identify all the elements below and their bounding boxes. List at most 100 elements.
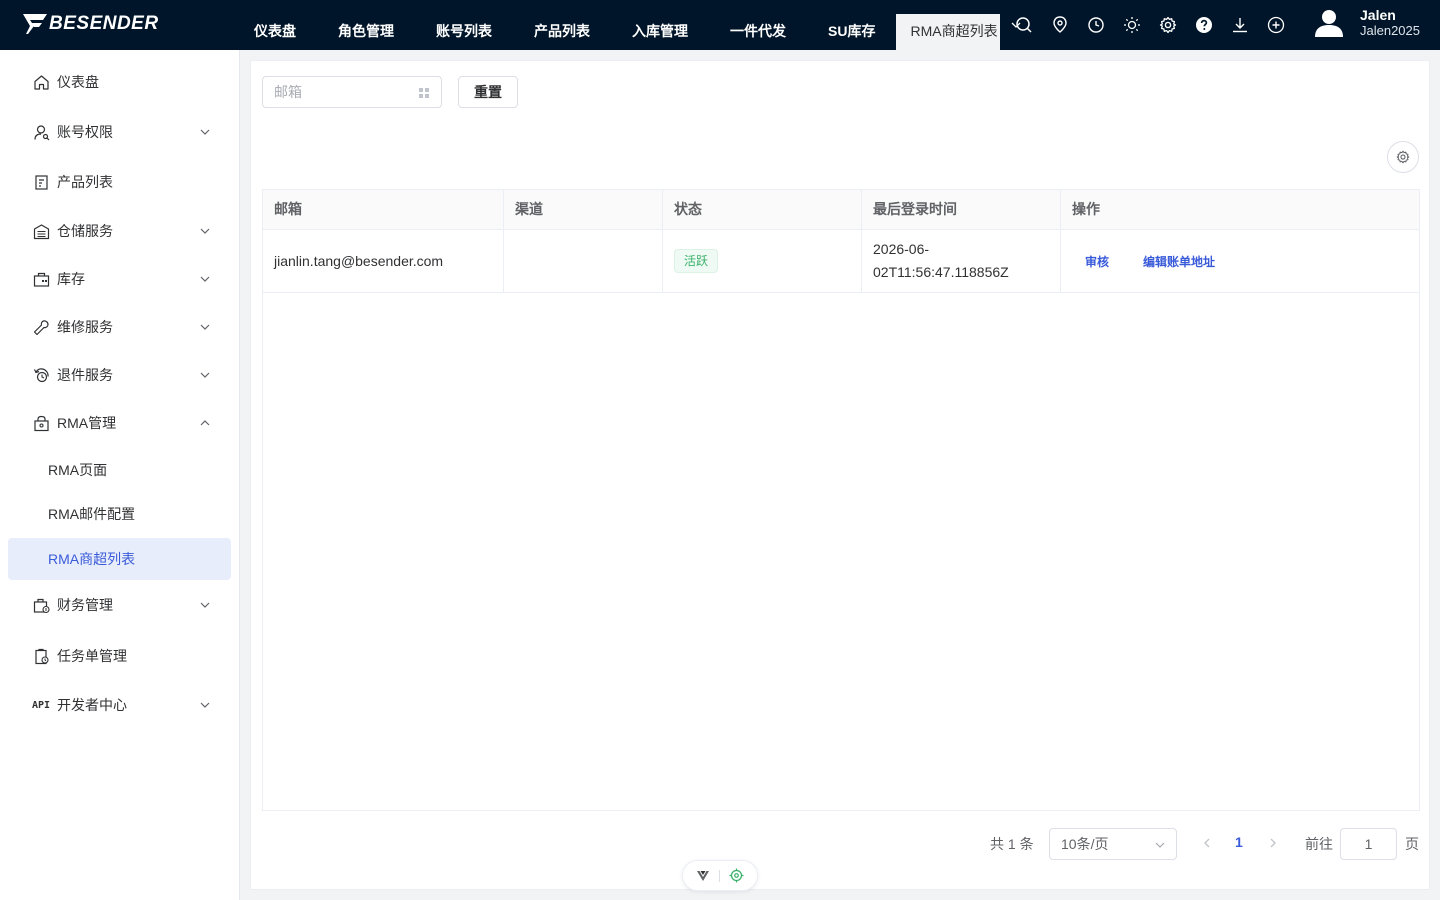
chevron-down-icon [200,324,210,330]
sidebar-item-label: 产品列表 [57,174,113,190]
main-panel: 邮箱 重置 邮箱 渠道 状态 最后登录时间 操作 jianlin.tang@be… [250,60,1430,890]
help-button[interactable] [1186,0,1222,50]
top-nav: 仪表盘 角色管理 账号列表 产品列表 入库管理 一件代发 SU库存 RMA商超列… [233,0,1032,50]
sidebar-item-return-service[interactable]: 退件服务 [8,355,231,395]
floating-devtools [682,860,758,891]
sidebar-item-rma-management[interactable]: RMA管理 [8,403,231,443]
sidebar-item-task-management[interactable]: 任务单管理 [8,636,231,676]
search-icon [1016,17,1032,33]
chevron-down-icon [200,129,210,135]
task-icon [32,647,50,665]
user-name: Jalen [1360,7,1396,23]
goto-page-input[interactable]: 1 [1340,828,1397,860]
last-login-time: 02T11:56:47.118856Z [873,264,1009,280]
location-icon [1053,16,1067,33]
location-button[interactable] [1042,0,1078,50]
sidebar-item-product-list[interactable]: 产品列表 [8,162,231,202]
sidebar-item-rma-page[interactable]: RMA页面 [8,450,231,490]
chevron-down-icon [200,602,210,608]
column-header-status[interactable]: 状态 [663,190,862,230]
sidebar-item-repair-service[interactable]: 维修服务 [8,307,231,347]
nav-product-list[interactable]: 产品列表 [513,0,611,50]
next-page-icon[interactable] [1267,837,1279,849]
sidebar-item-label: 退件服务 [57,367,113,383]
goto-label: 前往 [1305,836,1333,852]
target-icon[interactable] [729,868,744,883]
last-login-date: 2026-06- [873,241,930,257]
sidebar-item-label: 仪表盘 [57,74,99,90]
table-row: jianlin.tang@besender.com 活跃 2026-06- 02… [263,230,1419,293]
table-settings-button[interactable] [1387,141,1419,173]
sidebar-item-account-permissions[interactable]: 账号权限 [8,112,231,152]
retailer-table: 邮箱 渠道 状态 最后登录时间 操作 jianlin.tang@besender… [262,189,1420,811]
cell-email: jianlin.tang@besender.com [263,230,504,292]
pagination-total: 共 1 条 [990,836,1034,852]
download-button[interactable] [1222,0,1258,50]
warehouse-icon [32,222,50,240]
status-badge: 活跃 [674,249,719,273]
sidebar-item-label: 维修服务 [57,319,113,335]
sun-icon [1124,17,1140,33]
vue-logo-icon[interactable] [696,870,710,882]
clock-icon [1088,17,1104,33]
sidebar-item-inventory[interactable]: 库存 [8,259,231,299]
nav-rma-retailer-list[interactable]: RMA商超列表 [896,14,1000,50]
cell-status: 活跃 [663,230,862,292]
user-menu[interactable]: Jalen Jalen2025 [1312,6,1420,40]
inventory-icon [32,270,50,288]
clipboard-icon [32,173,50,191]
sidebar-item-label: 开发者中心 [57,697,127,713]
help-icon [1196,17,1212,33]
finance-icon [32,596,50,614]
nav-su-inventory[interactable]: SU库存 [807,0,896,50]
lock-bag-icon [32,414,50,432]
download-icon [1233,18,1247,33]
sidebar-item-label: RMA商超列表 [48,551,136,567]
sidebar-item-label: 账号权限 [57,124,113,140]
page-size-select[interactable]: 10条/页 [1049,828,1177,860]
plus-circle-icon [1267,16,1285,34]
sidebar-item-label: RMA页面 [48,462,108,478]
email-search-placeholder: 邮箱 [274,84,302,100]
gear-icon [1159,16,1177,34]
table-header: 邮箱 渠道 状态 最后登录时间 操作 [263,190,1419,230]
nav-dropshipping[interactable]: 一件代发 [709,0,807,50]
column-header-actions: 操作 [1072,201,1100,217]
history-button[interactable] [1078,0,1114,50]
logo-mark-icon [23,14,47,34]
cell-last-login: 2026-06- 02T11:56:47.118856Z [862,230,1061,292]
column-header-channel[interactable]: 渠道 [504,190,663,230]
review-link[interactable]: 审核 [1085,253,1109,270]
theme-toggle-button[interactable] [1114,0,1150,50]
sidebar-item-rma-retailer-list[interactable]: RMA商超列表 [8,538,231,580]
settings-button[interactable] [1150,0,1186,50]
sidebar-item-developer-center[interactable]: API 开发者中心 [8,685,231,725]
column-header-email[interactable]: 邮箱 [263,190,504,230]
sidebar-item-warehouse-service[interactable]: 仓储服务 [8,211,231,251]
sidebar-item-finance-management[interactable]: 财务管理 [8,585,231,625]
sidebar-item-label: 库存 [57,271,85,287]
nav-role-management[interactable]: 角色管理 [317,0,415,50]
nav-inbound-management[interactable]: 入库管理 [611,0,709,50]
add-button[interactable] [1258,0,1294,50]
sidebar-item-dashboard[interactable]: 仪表盘 [8,62,231,102]
api-icon: API [31,699,51,711]
brand-logo[interactable]: BESENDER [22,12,159,36]
chevron-down-icon [200,372,210,378]
reset-button[interactable]: 重置 [458,76,518,108]
prev-page-icon[interactable] [1201,837,1213,849]
edit-billing-address-link[interactable]: 编辑账单地址 [1143,253,1215,270]
chevron-down-icon [200,228,210,234]
email-search-input[interactable]: 邮箱 [262,76,442,108]
nav-dashboard[interactable]: 仪表盘 [233,0,317,50]
search-button[interactable] [1006,0,1042,50]
cell-channel [504,230,663,292]
column-header-last-login[interactable]: 最后登录时间 [862,190,1061,230]
nav-account-list[interactable]: 账号列表 [415,0,513,50]
chevron-up-icon [200,420,210,426]
avatar [1312,6,1346,40]
sidebar-item-rma-email-config[interactable]: RMA邮件配置 [8,494,231,534]
sidebar-item-label: 任务单管理 [57,648,127,664]
page-number-current[interactable]: 1 [1235,834,1243,850]
grid-icon [419,88,429,98]
